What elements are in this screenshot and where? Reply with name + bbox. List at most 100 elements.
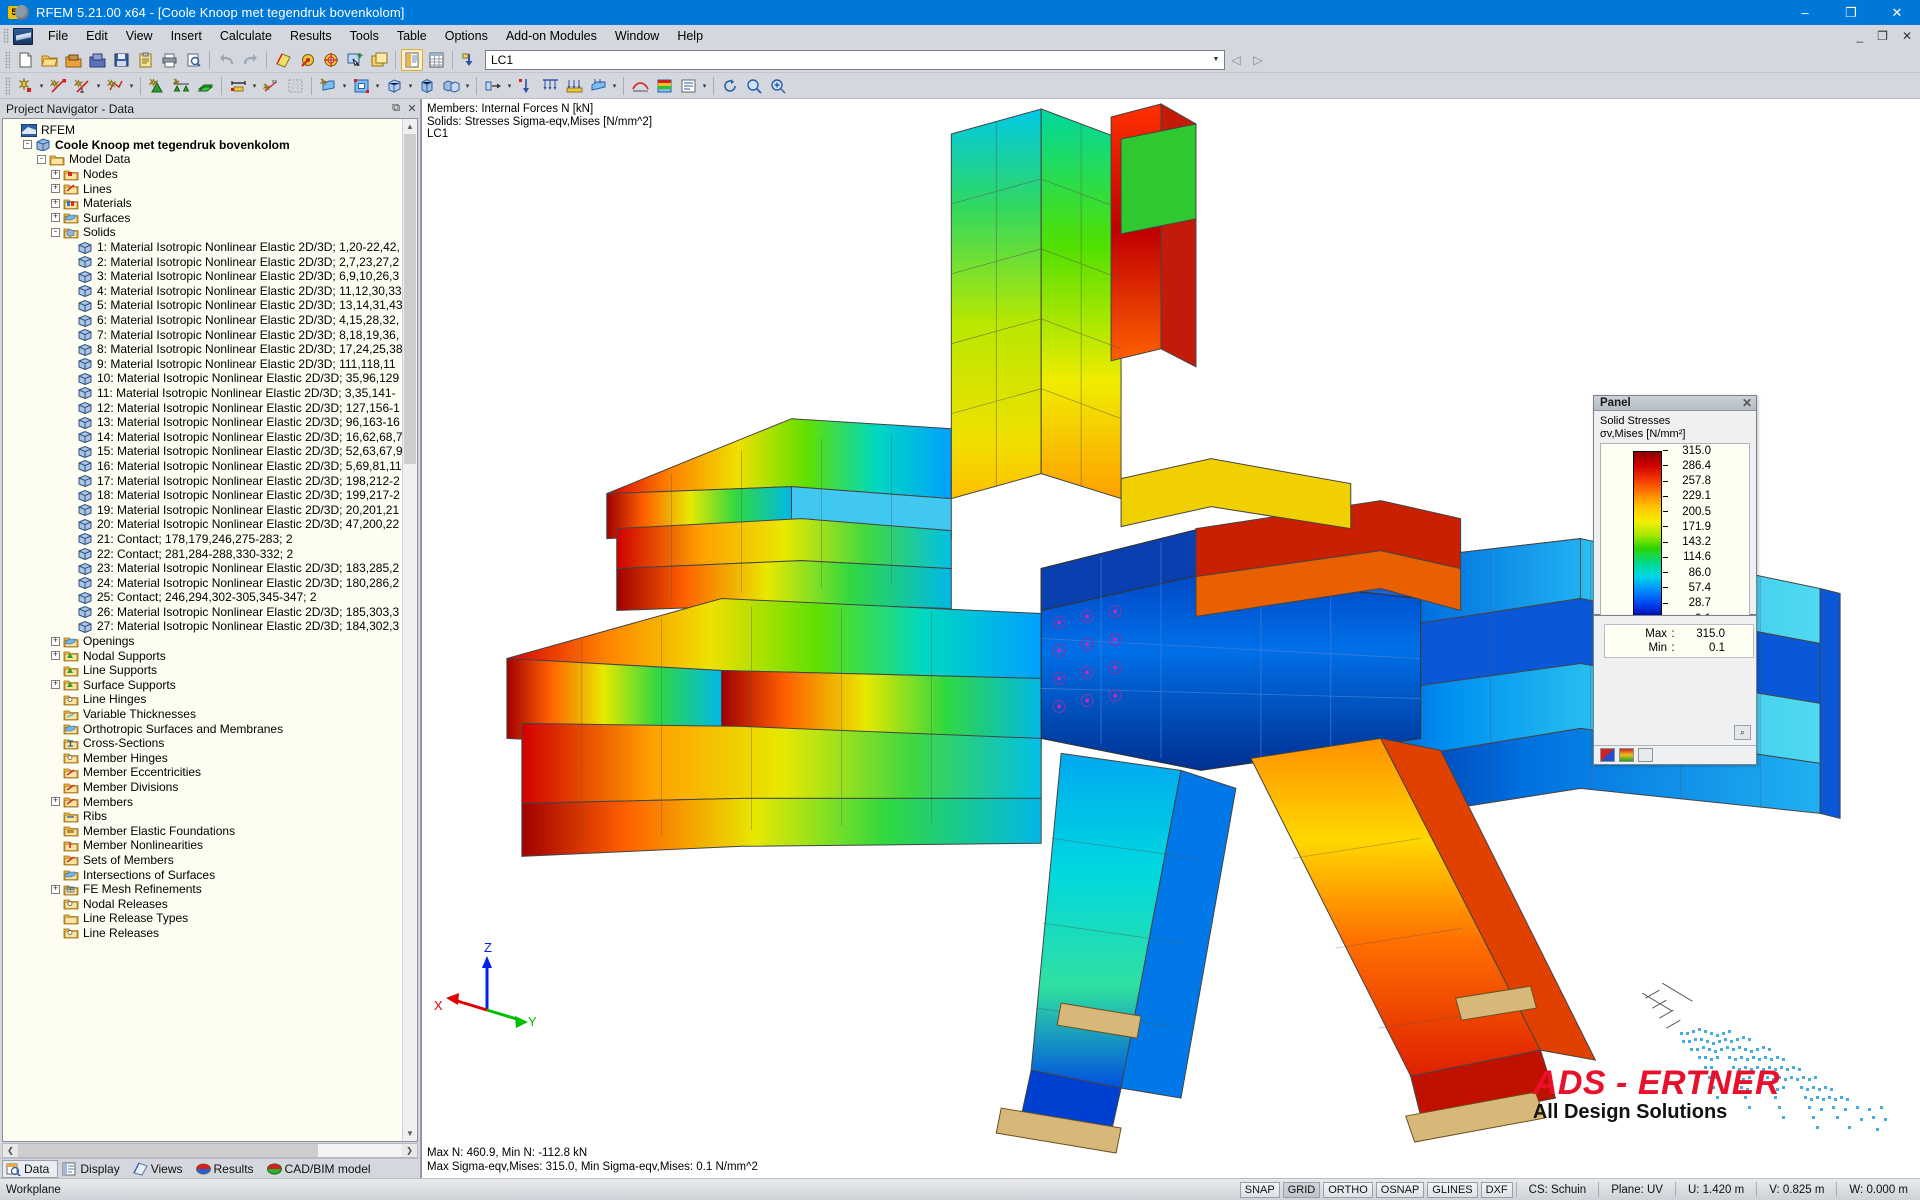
results-dropdown-icon[interactable]: ▾ xyxy=(700,75,709,97)
menu-item-tools[interactable]: Tools xyxy=(341,27,388,45)
menu-drag-handle[interactable] xyxy=(3,28,9,44)
open-window-icon[interactable] xyxy=(368,49,390,71)
color-legend[interactable]: 315.0286.4257.8229.1200.5171.9143.2114.6… xyxy=(1600,443,1750,625)
navigator-tabs[interactable]: DataDisplayViewsResultsCAD/BIM model xyxy=(0,1158,420,1178)
tree-item[interactable]: 6: Material Isotropic Nonlinear Elastic … xyxy=(9,313,402,328)
tree-item[interactable]: 1: Material Isotropic Nonlinear Elastic … xyxy=(9,240,402,255)
pin-icon[interactable]: ⧉ xyxy=(388,102,404,115)
tree-item[interactable]: Line Supports xyxy=(9,663,402,678)
save-icon[interactable] xyxy=(110,49,132,71)
new-line-support-icon[interactable] xyxy=(170,75,192,97)
tree-item[interactable]: +Surfaces xyxy=(9,211,402,226)
results-panel-extremes[interactable]: Max : 315.0 Min : 0.1 ⌕ xyxy=(1593,615,1757,765)
tree-item[interactable]: 24: Material Isotropic Nonlinear Elastic… xyxy=(9,575,402,590)
navigator-tree[interactable]: RFEM-Coole Knoop met tegendruk bovenkolo… xyxy=(3,119,402,1141)
status-toggle-snap[interactable]: SNAP xyxy=(1240,1182,1280,1198)
tab-data[interactable]: Data xyxy=(2,1160,58,1178)
tree-item[interactable]: -Solids xyxy=(9,225,402,240)
next-load-case-button[interactable]: ▷ xyxy=(1247,49,1269,71)
tree-item[interactable]: 16: Material Isotropic Nonlinear Elastic… xyxy=(9,459,402,474)
tree-item[interactable]: +FE Mesh Refinements xyxy=(9,882,402,897)
tree-item[interactable]: Member Hinges xyxy=(9,751,402,766)
new-document-icon[interactable] xyxy=(14,49,36,71)
tree-item[interactable]: Line Hinges xyxy=(9,692,402,707)
tree-item[interactable]: 25: Contact; 246,294,302-305,345-347; 2 xyxy=(9,590,402,605)
calculate-icon[interactable] xyxy=(296,49,318,71)
open-project-icon[interactable] xyxy=(62,49,84,71)
clipboard-icon[interactable] xyxy=(134,49,156,71)
results-panel[interactable]: Panel ✕ Solid Stresses σv,Mises [N/mm²] … xyxy=(1593,395,1757,615)
expand-icon[interactable]: + xyxy=(51,184,60,193)
new-solid-icon[interactable] xyxy=(416,75,438,97)
expand-icon[interactable]: + xyxy=(51,797,60,806)
tree-item[interactable]: +Lines xyxy=(9,181,402,196)
tree-item[interactable]: Member Divisions xyxy=(9,780,402,795)
scroll-left-icon[interactable]: ❮ xyxy=(3,1144,18,1157)
new-surface-icon[interactable] xyxy=(317,75,339,97)
extrude-icon[interactable] xyxy=(482,75,504,97)
new-support-icon[interactable] xyxy=(146,75,168,97)
tree-item[interactable]: 10: Material Isotropic Nonlinear Elastic… xyxy=(9,371,402,386)
model-viewport[interactable]: Members: Internal Forces N [kN] Solids: … xyxy=(421,99,1920,1178)
tree-item[interactable]: 17: Material Isotropic Nonlinear Elastic… xyxy=(9,473,402,488)
new-node-icon[interactable] xyxy=(14,75,36,97)
tree-item[interactable]: Nodal Releases xyxy=(9,896,402,911)
magnifier-icon[interactable]: ⌕ xyxy=(1734,725,1751,740)
menu-item-results[interactable]: Results xyxy=(281,27,341,45)
color-scale-icon[interactable] xyxy=(1600,748,1615,762)
factors-icon[interactable] xyxy=(1619,748,1634,762)
scroll-right-icon[interactable]: ❯ xyxy=(402,1144,417,1157)
tree-item[interactable]: 3: Material Isotropic Nonlinear Elastic … xyxy=(9,269,402,284)
scrollbar-thumb[interactable] xyxy=(404,134,416,464)
new-solid-set-icon[interactable] xyxy=(440,75,462,97)
tree-item[interactable]: +Materials xyxy=(9,196,402,211)
new-member-icon[interactable] xyxy=(227,75,249,97)
calculate-all-icon[interactable] xyxy=(320,49,342,71)
expand-icon[interactable]: + xyxy=(51,170,60,179)
status-toggle-ortho[interactable]: ORTHO xyxy=(1323,1182,1373,1198)
tree-item[interactable]: 15: Material Isotropic Nonlinear Elastic… xyxy=(9,444,402,459)
scrollbar-track[interactable] xyxy=(403,134,417,1126)
menu-item-view[interactable]: View xyxy=(117,27,162,45)
menu-item-calculate[interactable]: Calculate xyxy=(211,27,281,45)
tree-item[interactable]: -Model Data xyxy=(9,152,402,167)
new-opening-dropdown-icon[interactable]: ▾ xyxy=(373,75,382,97)
navigator-vertical-scrollbar[interactable]: ▲ ▼ xyxy=(402,119,417,1141)
tree-item[interactable]: +Nodal Supports xyxy=(9,648,402,663)
status-toggle-osnap[interactable]: OSNAP xyxy=(1376,1182,1425,1198)
tree-item[interactable]: +Openings xyxy=(9,634,402,649)
close-button[interactable]: ✕ xyxy=(1874,0,1920,25)
new-member-dropdown-icon[interactable]: ▾ xyxy=(250,75,259,97)
menu-item-table[interactable]: Table xyxy=(388,27,436,45)
new-line-dropdown-icon[interactable]: ▾ xyxy=(94,75,103,97)
surface-load-dropdown-icon[interactable]: ▾ xyxy=(610,75,619,97)
print-preview-icon[interactable] xyxy=(182,49,204,71)
tab-views[interactable]: Views xyxy=(129,1160,192,1178)
menu-item-insert[interactable]: Insert xyxy=(162,27,211,45)
maximize-button[interactable]: ❐ xyxy=(1828,0,1874,25)
line-load-icon[interactable] xyxy=(539,75,561,97)
expand-icon[interactable]: + xyxy=(51,680,60,689)
nodal-load-icon[interactable] xyxy=(515,75,537,97)
tree-item[interactable]: Cross-Sections xyxy=(9,736,402,751)
zoom-all-icon[interactable] xyxy=(767,75,789,97)
tree-item[interactable]: RFEM xyxy=(9,123,402,138)
print-icon[interactable] xyxy=(158,49,180,71)
results-deform-icon[interactable] xyxy=(629,75,651,97)
snap-toggles[interactable]: SNAPGRIDORTHOOSNAPGLINESDXF xyxy=(1240,1182,1516,1198)
results-values-icon[interactable] xyxy=(677,75,699,97)
surface-load-icon[interactable] xyxy=(587,75,609,97)
tree-item[interactable]: 2: Material Isotropic Nonlinear Elastic … xyxy=(9,254,402,269)
undo-icon[interactable] xyxy=(215,49,237,71)
tree-item[interactable]: -Coole Knoop met tegendruk bovenkolom xyxy=(9,138,402,153)
tree-item[interactable]: 9: Material Isotropic Nonlinear Elastic … xyxy=(9,357,402,372)
toolbar-drag-handle[interactable] xyxy=(5,51,10,69)
load-case-icon[interactable] xyxy=(458,49,480,71)
expand-icon[interactable]: + xyxy=(51,199,60,208)
h-scrollbar-thumb[interactable] xyxy=(18,1144,318,1157)
new-solid-contact-icon[interactable] xyxy=(383,75,405,97)
tree-item[interactable]: +Members xyxy=(9,794,402,809)
status-toggle-grid[interactable]: GRID xyxy=(1283,1182,1321,1198)
tree-item[interactable]: Sets of Members xyxy=(9,853,402,868)
extrude-dropdown-icon[interactable]: ▾ xyxy=(505,75,514,97)
